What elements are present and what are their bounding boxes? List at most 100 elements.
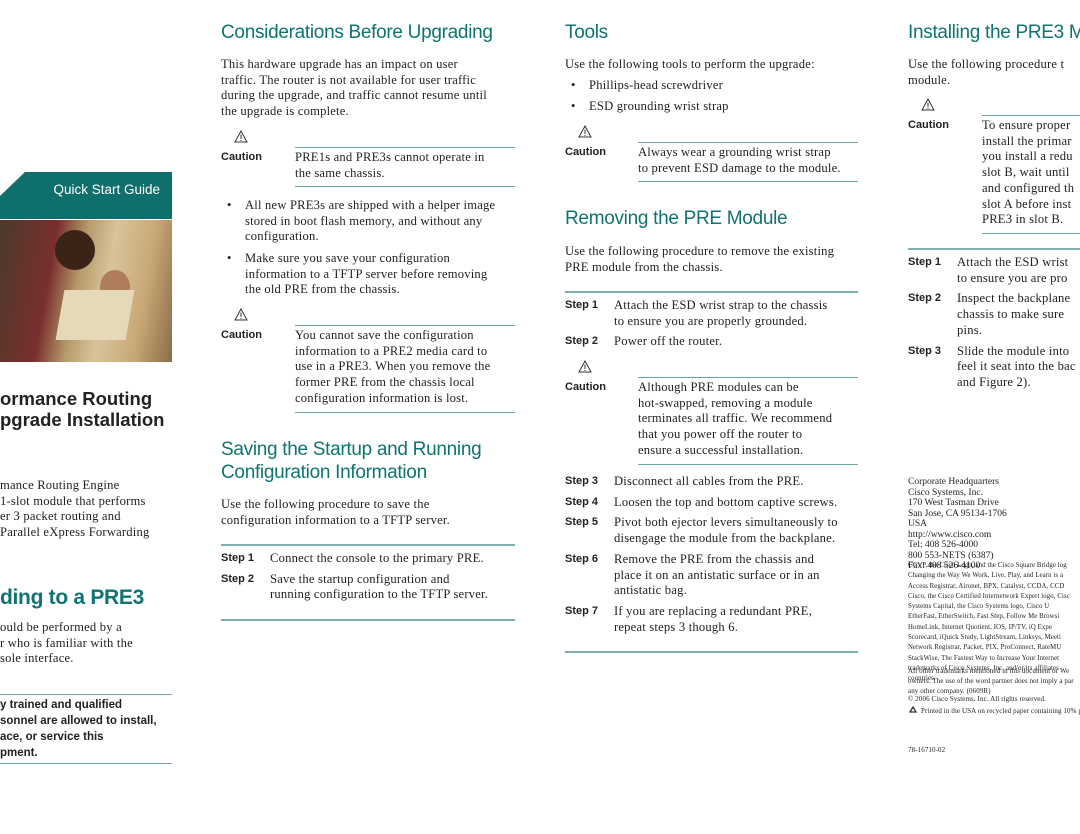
- text-line: information to a PRE2 media card to: [295, 343, 488, 358]
- step-item: Step 3 Disconnect all cables from the PRE…: [565, 474, 858, 490]
- text-line: hot-swapped, removing a module: [638, 395, 813, 410]
- divider: [982, 115, 1080, 116]
- text-line: StackWise, The Fastest Way to Increase Y…: [908, 654, 1060, 662]
- text-line: and Figure 2).: [957, 374, 1031, 389]
- tools-heading: Tools: [565, 22, 608, 43]
- text-line: EtherFast, EtherSwitch, Fast Step, Follo…: [908, 613, 1060, 621]
- divider: [295, 147, 515, 148]
- text-line: during the upgrade, and traffic cannot r…: [221, 88, 487, 103]
- text-line: Corporate Headquarters: [908, 477, 1000, 487]
- caution-label: Caution: [908, 119, 949, 131]
- divider: [565, 651, 858, 654]
- tool-item: Phillips-head screwdriver: [589, 78, 724, 92]
- text-line: All other trademarks mentioned in this d…: [908, 667, 1070, 675]
- step-list: Step 1 Connect the console to the primary…: [221, 544, 515, 622]
- step-item: Step 2 Power off the router.: [565, 334, 858, 350]
- cover-panel: Quick Start Guide ormance Routing pgrade …: [0, 0, 172, 834]
- text-line: sonnel are allowed to install,: [0, 715, 157, 727]
- step-label: Step 1: [565, 299, 599, 311]
- bullet-marker: •: [571, 99, 576, 113]
- divider: [638, 142, 858, 143]
- text-line: 170 West Tasman Drive: [908, 498, 999, 508]
- text-line: Use the following procedure to remove th…: [565, 244, 835, 258]
- text-line: chassis to make sure: [957, 307, 1065, 322]
- step-item: Step 1 Attach the ESD wrist to ensure you …: [908, 255, 1080, 286]
- text-line: slot A before inst: [982, 196, 1072, 211]
- step-text: Power off the router.: [614, 334, 722, 350]
- step-text: Slide the module into feel it seat into t…: [957, 344, 1076, 391]
- warning-triangle-icon: [578, 360, 592, 373]
- text-line: Parallel eXpress Forwarding: [0, 525, 150, 540]
- divider: [295, 325, 515, 326]
- text-line: Save the startup configuration and: [270, 571, 450, 586]
- banner: Quick Start Guide: [0, 172, 172, 219]
- text-line: disengage the module from the backplane.: [614, 531, 836, 546]
- text-line: place it on an antistatic surface or in …: [614, 567, 820, 582]
- tool-item: ESD grounding wrist strap: [589, 99, 729, 113]
- installing-text: Use the following procedure t module.: [908, 57, 1064, 88]
- divider: [638, 377, 858, 378]
- text-line: CCVP, the Cisco Logo, and the Cisco Squa…: [908, 562, 1067, 569]
- warning-text: y trained and qualified sonnel are allowe…: [0, 697, 157, 761]
- text-line: traffic. The router is not available for…: [221, 72, 477, 87]
- recycled-note: Printed in the USA on recycled paper con…: [921, 707, 1080, 715]
- text-line: Although PRE modules can be: [638, 380, 799, 394]
- caution-label: Caution: [565, 381, 606, 393]
- divider: [221, 544, 515, 546]
- text-line: er 3 packet routing and: [0, 509, 121, 524]
- divider: [295, 186, 515, 188]
- text-line: http://www.cisco.com: [908, 529, 992, 540]
- text-line: pment.: [0, 747, 38, 759]
- text-line: 800 553-NETS (6387): [908, 550, 994, 561]
- caution-text: Always wear a grounding wrist strap to pr…: [638, 145, 841, 176]
- bullet-marker: •: [571, 78, 576, 92]
- document-prop: [55, 290, 135, 340]
- step-label: Step 6: [565, 552, 599, 565]
- step-text: Inspect the backplane chassis to make sur…: [957, 291, 1070, 338]
- text-line: Inspect the backplane: [957, 291, 1071, 306]
- text-line: to ensure you are properly grounded.: [614, 313, 808, 328]
- text-line: Slide the module into: [957, 343, 1070, 358]
- caution-label: Caution: [565, 146, 606, 158]
- tools-text: Use the following tools to perform the u…: [565, 57, 815, 73]
- recycle-icon: [908, 706, 918, 716]
- text-line: San Jose, CA 95134-1706: [908, 508, 1007, 519]
- step-item: Step 1 Attach the ESD wrist strap to the …: [565, 298, 858, 329]
- text-line: pgrade Installation: [0, 409, 165, 430]
- caution-text: PRE1s and PRE3s cannot operate in the sam…: [295, 150, 485, 181]
- text-line: slot B, wait until: [982, 165, 1070, 180]
- text-line: 1-slot module that performs: [0, 493, 146, 508]
- step-label: Step 2: [565, 335, 599, 348]
- text-line: Attach the ESD wrist strap to the chassi…: [614, 298, 828, 312]
- banner-title: Quick Start Guide: [53, 182, 160, 197]
- text-line: y trained and qualified: [0, 699, 123, 711]
- divider: [908, 248, 1080, 250]
- step-list: Step 3 Disconnect all cables from the PRE…: [565, 469, 858, 654]
- step-label: Step 4: [565, 495, 599, 508]
- step-label: Step 5: [565, 516, 599, 529]
- step-item: Step 6 Remove the PRE from the chassis an…: [565, 552, 858, 599]
- text-line: Systems Capital, the Cisco Systems logo,…: [908, 603, 1050, 611]
- text-line: ormance Routing: [0, 388, 153, 409]
- text-line: former PRE from the chassis local: [295, 375, 475, 390]
- person-figure: [55, 230, 95, 270]
- copyright: © 2006 Cisco Systems, Inc. All rights re…: [908, 695, 1046, 703]
- corporate-address: Corporate Headquarters Cisco Systems, Inc…: [908, 477, 1007, 572]
- step-item: Step 2 Save the startup configuration and…: [221, 572, 515, 603]
- step-label: Step 3: [908, 344, 942, 357]
- step-item: Step 3 Slide the module into feel it seat …: [908, 344, 1080, 391]
- cover-photo: [0, 220, 172, 362]
- text-line: To ensure proper: [982, 118, 1071, 132]
- text-line: ace, or service this: [0, 731, 104, 743]
- text-line: the same chassis.: [295, 165, 385, 180]
- step-item: Step 4 Loosen the top and bottom captive …: [565, 495, 858, 511]
- text-line: ould be performed by a: [0, 620, 122, 634]
- cover-intro: mance Routing Engine 1-slot module that p…: [0, 478, 150, 541]
- text-line: PRE3 in slot B.: [982, 212, 1064, 227]
- text-line: PRE1s and PRE3s cannot operate in: [295, 150, 485, 164]
- step-item: Step 5 Pivot both ejector levers simultan…: [565, 515, 858, 546]
- step-label: Step 7: [565, 604, 599, 617]
- text-line: Attach the ESD wrist: [957, 255, 1069, 269]
- text-line: configuration.: [245, 229, 319, 244]
- cover-title: ormance Routing pgrade Installation: [0, 388, 164, 430]
